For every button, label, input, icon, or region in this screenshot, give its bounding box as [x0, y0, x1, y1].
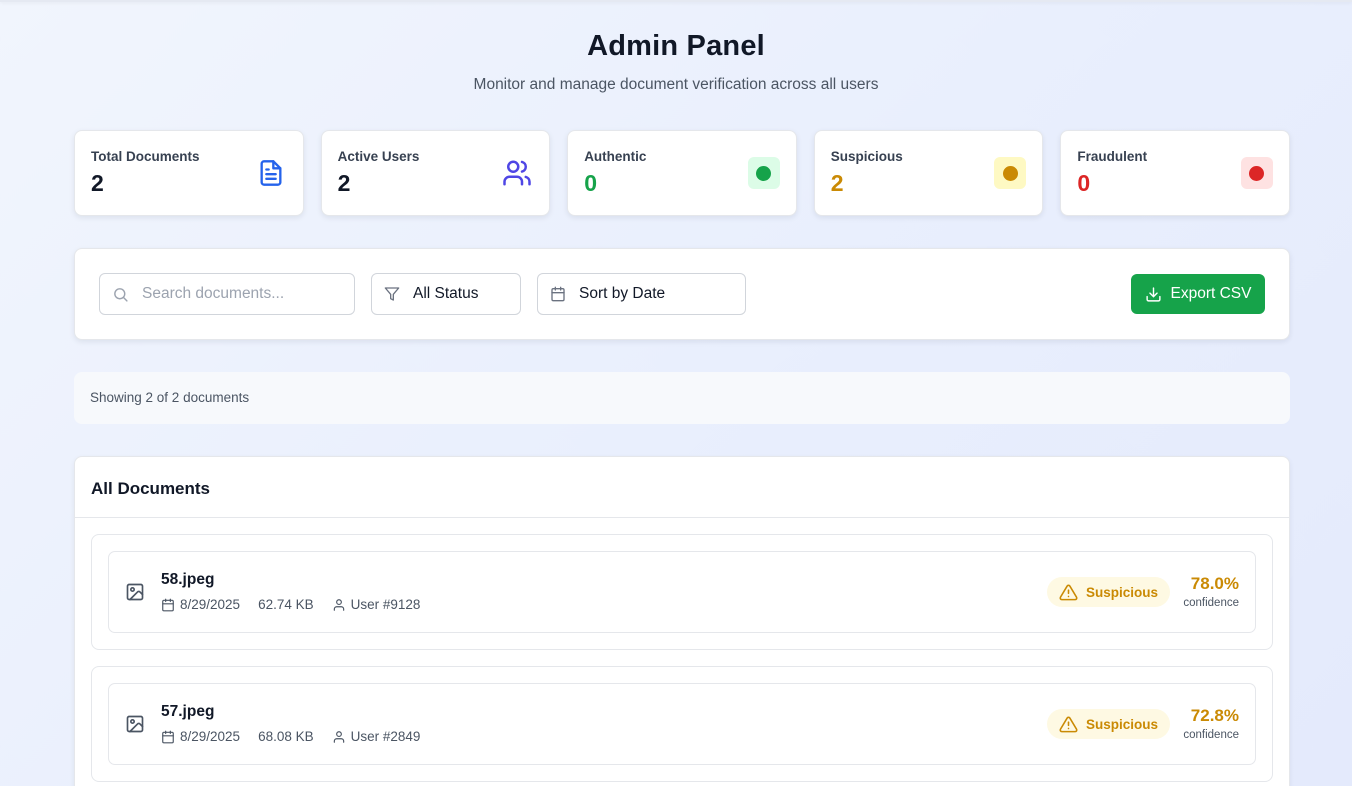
list-item[interactable]: 58.jpeg 8/29/2025 62.74 KB User #9128 Su…	[91, 534, 1273, 650]
confidence-label: confidence	[1183, 729, 1239, 741]
document-user: User #9128	[350, 597, 421, 612]
stat-card-suspicious: Suspicious 2	[813, 130, 1044, 216]
document-meta: 8/29/2025 62.74 KB User #9128	[161, 597, 438, 612]
documents-panel: All Documents 58.jpeg 8/29/2025 62.74 KB	[74, 456, 1290, 786]
image-icon	[126, 583, 144, 601]
page-header: Admin Panel Monitor and manage document …	[0, 30, 1352, 94]
stat-card-authentic: Authentic 0	[567, 130, 797, 216]
status-select[interactable]: All Status	[371, 273, 521, 315]
confidence-label: confidence	[1183, 597, 1239, 609]
warning-icon	[1059, 584, 1078, 600]
confidence-block: 72.8% confidence	[1183, 706, 1239, 741]
document-date: 8/29/2025	[180, 729, 241, 744]
document-date: 8/29/2025	[180, 597, 241, 612]
status-badge-label: Suspicious	[1086, 716, 1159, 732]
filter-bar: All Status Sort by Date Export CSV	[74, 248, 1290, 340]
document-name: 58.jpeg	[161, 571, 215, 588]
list-item[interactable]: 57.jpeg 8/29/2025 68.08 KB User #2849 Su…	[91, 666, 1273, 782]
user-icon	[333, 598, 344, 611]
stat-card-fraudulent: Fraudulent 0	[1060, 130, 1290, 216]
download-icon	[1145, 286, 1161, 302]
document-row[interactable]: 58.jpeg 8/29/2025 62.74 KB User #9128 Su…	[108, 551, 1256, 633]
search-icon	[114, 287, 128, 302]
yellow-dot-icon	[994, 157, 1027, 189]
users-icon	[501, 157, 533, 189]
status-badge: Suspicious	[1047, 709, 1171, 739]
calendar-icon	[162, 730, 174, 743]
search-field[interactable]	[99, 273, 355, 315]
calendar-icon	[162, 598, 174, 611]
calendar-icon	[551, 286, 565, 302]
confidence-value: 72.8%	[1190, 706, 1239, 725]
results-summary: Showing 2 of 2 documents	[74, 372, 1290, 424]
confidence-value: 78.0%	[1190, 574, 1239, 593]
status-badge: Suspicious	[1047, 577, 1171, 607]
document-name: 57.jpeg	[161, 703, 215, 720]
document-row[interactable]: 57.jpeg 8/29/2025 68.08 KB User #2849 Su…	[108, 683, 1256, 765]
filter-icon	[384, 287, 400, 301]
documents-heading: All Documents	[75, 457, 1289, 518]
image-icon	[126, 715, 144, 733]
green-dot-icon	[747, 157, 780, 189]
warning-icon	[1059, 716, 1078, 732]
export-csv-button[interactable]: Export CSV	[1131, 274, 1265, 314]
page-subtitle: Monitor and manage document verification…	[473, 76, 879, 93]
export-csv-label: Export CSV	[1170, 285, 1252, 302]
stats-row: Total Documents 2 Active Users 2 Authent…	[74, 130, 1290, 216]
stat-card-active-users: Active Users 2	[320, 130, 551, 216]
status-select-value: All Status	[413, 285, 479, 302]
search-input[interactable]	[142, 285, 332, 303]
document-user: User #2849	[350, 729, 421, 744]
red-dot-icon	[1240, 157, 1273, 189]
document-size: 62.74 KB	[258, 597, 314, 612]
top-border	[0, 0, 1352, 2]
sort-select-value: Sort by Date	[579, 285, 666, 302]
document-size: 68.08 KB	[258, 729, 314, 744]
document-meta: 8/29/2025 68.08 KB User #2849	[161, 729, 438, 744]
sort-select[interactable]: Sort by Date	[537, 273, 746, 315]
stat-card-total-documents: Total Documents 2	[74, 130, 304, 216]
document-icon	[255, 157, 287, 189]
confidence-block: 78.0% confidence	[1183, 574, 1239, 609]
status-badge-label: Suspicious	[1086, 584, 1159, 600]
user-icon	[333, 730, 344, 743]
page-title: Admin Panel	[587, 30, 765, 62]
